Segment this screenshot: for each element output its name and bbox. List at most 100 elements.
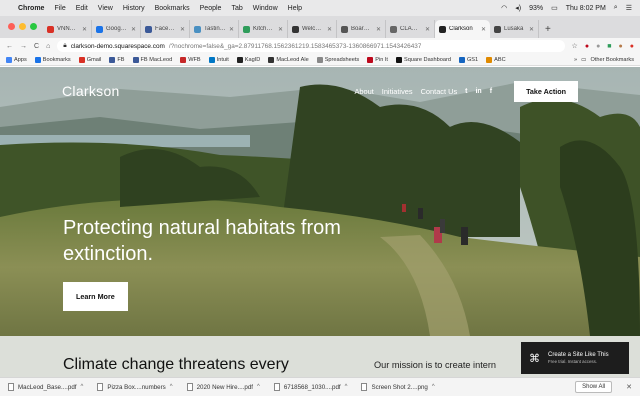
menu-help[interactable]: Help (288, 5, 302, 12)
bookmark-pin-it[interactable]: Pin It (367, 56, 388, 63)
other-bookmarks[interactable]: » ▭ Other Bookmarks (574, 57, 634, 63)
new-tab-button[interactable]: + (539, 24, 557, 38)
bookmark-abc[interactable]: ABC (486, 56, 506, 63)
bookmark-wfb[interactable]: WFB (180, 56, 201, 63)
tab-tasting-ro[interactable]: Tasting Ro✕ (190, 20, 239, 38)
tab-facebook[interactable]: Facebook✕ (141, 20, 190, 38)
extension-icon[interactable]: ■ (607, 43, 611, 50)
menu-history[interactable]: History (123, 5, 145, 12)
chevron-up-icon[interactable]: ^ (432, 384, 435, 390)
reload-icon[interactable]: C (34, 43, 39, 50)
menu-bookmarks[interactable]: Bookmarks (155, 5, 190, 12)
close-tab-icon[interactable]: ✕ (82, 26, 87, 33)
site-logo[interactable]: Clarkson (62, 83, 120, 99)
wifi-icon[interactable]: ◠ (501, 4, 507, 12)
bookmark-fb[interactable]: FB (109, 56, 125, 63)
extension-icon[interactable]: ● (596, 43, 600, 50)
show-all-button[interactable]: Show All (575, 381, 613, 393)
bookmark-fb-macleod[interactable]: FB MacLeod (132, 56, 172, 63)
linkedin-icon[interactable]: in (475, 88, 481, 95)
bookmark-gs1[interactable]: GS1 (458, 56, 479, 63)
tab-label: Welcome (302, 26, 324, 32)
download-item[interactable]: 6718568_1030....pdf ^ (273, 383, 348, 391)
take-action-button[interactable]: Take Action (514, 80, 578, 102)
chevron-up-icon[interactable]: ^ (345, 384, 348, 390)
app-name[interactable]: Chrome (18, 5, 44, 12)
bookmark-label: GS1 (466, 56, 479, 63)
pinterest-extension-icon[interactable]: ● (585, 43, 589, 50)
address-bar[interactable]: 🔒︎ clarkson-demo.squarespace.com/?nochro… (57, 40, 565, 52)
close-tab-icon[interactable]: ✕ (481, 26, 486, 33)
tab-favicon-icon (341, 25, 348, 33)
close-tab-icon[interactable]: ✕ (327, 26, 332, 33)
tab-clarkso[interactable]: CLARKSO✕ (386, 20, 435, 38)
nav-about[interactable]: About (354, 87, 373, 96)
chevron-up-icon[interactable]: ^ (80, 384, 83, 390)
tab-lusaka[interactable]: Lusaka ✕ (490, 20, 539, 38)
bookmark-favicon-icon (78, 56, 85, 63)
close-tab-icon[interactable]: ✕ (425, 26, 430, 33)
bookmark-square-dashboard[interactable]: Square Dashboard (395, 56, 451, 63)
volume-icon[interactable]: ◂) (515, 4, 521, 12)
bookmarks-list: Apps Bookmarks Gmail FB FB MacLeod WFB Intuit K… (6, 56, 506, 63)
other-bookmarks-label: Other Bookmarks (590, 56, 634, 63)
clock[interactable]: Thu 8:02 PM (566, 5, 606, 12)
close-tab-icon[interactable]: ✕ (529, 26, 534, 33)
minimize-window-button[interactable] (19, 23, 26, 30)
tab-google-ca[interactable]: Google Ca✕ (92, 20, 141, 38)
tab-clarkson[interactable]: Clarkson ✕ (435, 20, 490, 38)
download-item[interactable]: 2020 New Hire....pdf ^ (186, 383, 260, 391)
bookmark-macleod-ale[interactable]: MacLeod Ale (268, 56, 309, 63)
home-icon[interactable]: ⌂ (46, 43, 50, 50)
bookmark-gmail[interactable]: Gmail (78, 56, 101, 63)
overflow-chevron-icon[interactable]: » (574, 57, 577, 63)
bookmark-bookmarks[interactable]: Bookmarks (34, 56, 71, 63)
bookmark-label: Square Dashboard (403, 56, 451, 63)
learn-more-button[interactable]: Learn More (63, 282, 128, 311)
menu-file[interactable]: File (54, 5, 65, 12)
battery-icon[interactable]: ▭ (551, 4, 558, 12)
bookmark-spreadsheets[interactable]: Spreadsheets (316, 56, 359, 63)
close-tab-icon[interactable]: ✕ (278, 26, 283, 33)
close-tab-icon[interactable]: ✕ (131, 26, 136, 33)
profile-avatar[interactable]: ● (619, 43, 623, 50)
tab-kitchen-st[interactable]: Kitchen St✕ (239, 20, 288, 38)
zoom-window-button[interactable] (30, 23, 37, 30)
tab-vnnc-cal[interactable]: VNNC Cal✕ (43, 20, 92, 38)
search-icon[interactable]: ⌕ (614, 4, 618, 12)
tab-board-of-t[interactable]: Board of T✕ (337, 20, 386, 38)
macos-menubar: Chrome File Edit View History Bookmarks … (0, 0, 640, 16)
forward-icon[interactable]: → (20, 43, 27, 50)
menu-people[interactable]: People (200, 5, 222, 12)
bookmark-kagid[interactable]: KagID (236, 56, 260, 63)
tab-welcome[interactable]: Welcome✕ (288, 20, 337, 38)
nav-contact-us[interactable]: Contact Us (421, 87, 458, 96)
menu-window[interactable]: Window (253, 5, 278, 12)
download-item[interactable]: Pizza Box....numbers ^ (97, 383, 173, 391)
download-item[interactable]: Screen Shot 2....png ^ (361, 383, 435, 391)
facebook-icon[interactable]: f (490, 88, 492, 95)
back-icon[interactable]: ← (6, 43, 13, 50)
download-item[interactable]: MacLeod_Base....pdf ^ (8, 383, 83, 391)
extension-icon[interactable]: ● (630, 43, 634, 50)
menu-edit[interactable]: Edit (76, 5, 88, 12)
hero-title: Protecting natural habitats from extinct… (63, 217, 341, 265)
bookmark-intuit[interactable]: Intuit (208, 56, 229, 63)
menu-tab[interactable]: Tab (231, 5, 242, 12)
twitter-icon[interactable]: t (465, 88, 467, 95)
menu-view[interactable]: View (98, 5, 113, 12)
chevron-up-icon[interactable]: ^ (257, 384, 260, 390)
star-icon[interactable]: ☆ (572, 42, 578, 50)
list-icon[interactable]: ☰ (626, 4, 632, 12)
squarespace-badge[interactable]: ⌘ Create a Site Like This Free trial. In… (521, 342, 629, 374)
bookmark-apps[interactable]: Apps (6, 56, 27, 63)
close-tab-icon[interactable]: ✕ (229, 26, 234, 33)
close-icon[interactable]: ✕ (626, 383, 632, 391)
close-tab-icon[interactable]: ✕ (180, 26, 185, 33)
chevron-up-icon[interactable]: ^ (170, 384, 173, 390)
close-tab-icon[interactable]: ✕ (376, 26, 381, 33)
file-icon (361, 383, 368, 391)
close-window-button[interactable] (8, 23, 15, 30)
tab-favicon-icon (439, 25, 446, 33)
nav-initiatives[interactable]: Initiatives (382, 87, 413, 96)
